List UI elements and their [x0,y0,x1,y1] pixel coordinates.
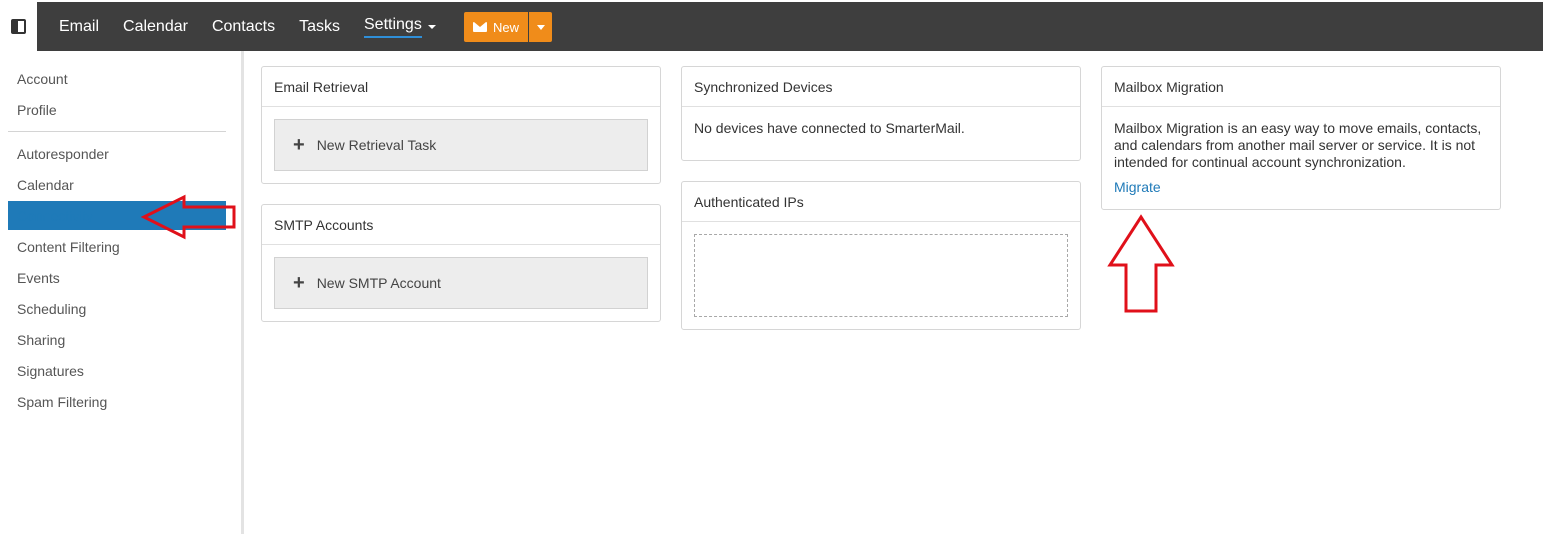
plus-icon: + [293,272,305,294]
envelope-icon [472,22,487,32]
card-title: Mailbox Migration [1102,67,1500,107]
card-title: Synchronized Devices [682,67,1080,107]
card-body [682,222,1080,329]
email-retrieval-card: Email Retrieval + New Retrieval Task [261,66,661,184]
new-smtp-account-button[interactable]: + New SMTP Account [274,257,648,309]
migration-description: Mailbox Migration is an easy way to move… [1114,120,1482,170]
sidebar-item-spam-filtering[interactable]: Spam Filtering [8,387,226,416]
up-arrow-annotation [1107,214,1175,313]
sidebar-item-autoresponder[interactable]: Autoresponder [8,139,226,168]
smtp-accounts-card: SMTP Accounts + New SMTP Account [261,204,661,322]
sidebar-item-account[interactable]: Account [8,64,226,93]
synchronized-devices-card: Synchronized Devices No devices have con… [681,66,1081,161]
sidebar-toggle-icon [11,19,26,34]
card-body: Mailbox Migration is an easy way to move… [1102,107,1500,208]
new-retrieval-task-label: New Retrieval Task [316,136,437,153]
sidebar-item-profile[interactable]: Profile [8,95,226,124]
sidebar-toggle-button[interactable] [0,2,37,51]
sidebar-item-signatures[interactable]: Signatures [8,356,226,385]
sidebar-item-sharing[interactable]: Sharing [8,325,226,354]
no-devices-message: No devices have connected to SmarterMail… [694,120,965,136]
main-nav: Email Calendar Contacts Tasks Settings [59,2,436,51]
mailbox-migration-card: Mailbox Migration Mailbox Migration is a… [1101,66,1501,210]
migrate-link[interactable]: Migrate [1114,179,1488,196]
sidebar-item-scheduling[interactable]: Scheduling [8,294,226,323]
card-body: + New SMTP Account [262,245,660,321]
card-title: SMTP Accounts [262,205,660,245]
nav-settings-label: Settings [364,15,422,38]
nav-calendar[interactable]: Calendar [123,17,188,37]
new-retrieval-task-button[interactable]: + New Retrieval Task [274,119,648,171]
chevron-down-icon [427,24,436,29]
nav-contacts[interactable]: Contacts [212,17,275,37]
authenticated-ips-list [694,234,1068,317]
new-button[interactable]: New [464,12,528,42]
sidebar-separator [8,131,226,132]
new-button-label: New [492,19,519,35]
arrow-up-shape [1107,214,1175,313]
new-button-group: New [464,12,552,42]
nav-settings[interactable]: Settings [364,15,436,38]
sidebar-divider [241,51,244,534]
top-bar: Email Calendar Contacts Tasks Settings N… [0,0,1543,51]
new-dropdown-button[interactable] [529,12,552,42]
arrow-left-shape [140,194,236,240]
card-title: Authenticated IPs [682,182,1080,222]
new-smtp-account-label: New SMTP Account [316,274,441,291]
card-body: + New Retrieval Task [262,107,660,183]
chevron-down-icon [536,24,545,30]
authenticated-ips-card: Authenticated IPs [681,181,1081,330]
card-title: Email Retrieval [262,67,660,107]
nav-email[interactable]: Email [59,17,99,37]
left-arrow-annotation [140,194,236,240]
plus-icon: + [293,134,305,156]
sidebar-item-events[interactable]: Events [8,263,226,292]
nav-tasks[interactable]: Tasks [299,17,340,37]
